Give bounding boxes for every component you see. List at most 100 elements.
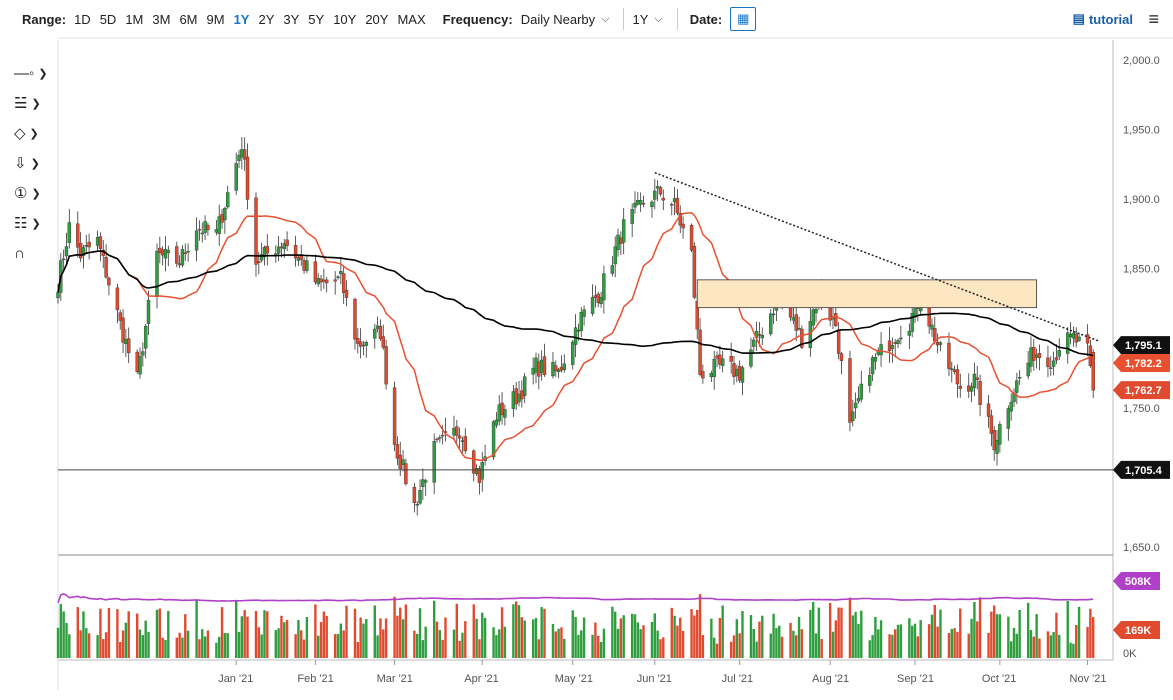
annotation-tool[interactable]: ① ❯ [14, 178, 54, 208]
candle-body [653, 190, 657, 200]
candle-body [118, 312, 122, 321]
candle-body [500, 402, 504, 415]
candle-body [590, 297, 595, 314]
volume-bar [560, 627, 563, 658]
volume-bar [848, 597, 852, 658]
volume-bar [557, 628, 560, 658]
volume-bar [359, 617, 362, 658]
volume-bar [633, 614, 637, 658]
volume-bar [758, 621, 761, 658]
volume-bar [959, 608, 962, 658]
volume-bar [444, 617, 447, 658]
candle-body [630, 208, 634, 224]
volume-bar [769, 633, 772, 658]
candle-body [740, 367, 745, 383]
volume-bar [910, 625, 914, 658]
candle-body [398, 454, 402, 469]
measure-tool[interactable]: ☷ ❯ [14, 208, 54, 238]
candle-body [853, 402, 858, 409]
volume-bar [679, 617, 682, 658]
candle-body [186, 250, 190, 253]
volume-bar [401, 619, 405, 658]
candle-body [576, 330, 581, 332]
volume-bar [396, 615, 399, 658]
volume-bar [246, 616, 249, 658]
candle-body [650, 201, 654, 208]
volume-bar [512, 604, 515, 658]
candle-body [313, 261, 318, 283]
volume-bar [976, 621, 979, 658]
volume-bar [483, 617, 487, 658]
volume-bar [1055, 612, 1058, 658]
candle-body [621, 219, 626, 243]
x-tick-label: Jan '21 [218, 673, 253, 685]
candle-body [463, 436, 467, 452]
volume-bar [789, 622, 792, 658]
candle-body [491, 421, 496, 458]
crosshair-tool[interactable]: —◦ ❯ [14, 58, 54, 88]
magnet-tool[interactable]: ∩ [14, 238, 54, 268]
volume-bar [116, 609, 119, 658]
volume-bar [995, 614, 999, 658]
candle-body [769, 313, 773, 335]
price-badge-label: 1,705.4 [1125, 465, 1163, 477]
candle-body [480, 462, 484, 480]
x-tick-label: Mar '21 [377, 673, 413, 685]
shape-tool[interactable]: ◇ ❯ [14, 118, 54, 148]
volume-bar [280, 615, 283, 658]
volume-bar [551, 624, 555, 658]
volume-badge-label: 508K [1125, 576, 1151, 588]
candle-body [336, 276, 340, 279]
volume-bar [1086, 626, 1089, 658]
volume-bar [435, 621, 439, 658]
volume-bar [1075, 625, 1078, 658]
candle-body [554, 365, 558, 372]
arrow-tool[interactable]: ⇩ ❯ [14, 148, 54, 178]
volume-bar [181, 637, 184, 658]
arrow-down-icon: ⇩ [14, 155, 27, 172]
volume-bar [721, 605, 724, 658]
candle-body [333, 279, 337, 282]
volume-bar [874, 616, 877, 658]
volume-bar [218, 636, 221, 658]
volume-bar [888, 634, 891, 658]
candle-body [1066, 332, 1070, 354]
candle-body [474, 467, 479, 474]
magnet-icon: ∩ [14, 244, 25, 262]
volume-bar [393, 596, 396, 658]
candle-body [421, 479, 425, 487]
line-tool[interactable]: ☱ ❯ [14, 88, 54, 118]
volume-bar [1032, 636, 1036, 658]
candle-body [749, 349, 753, 367]
volume-bar [811, 601, 815, 658]
volume-bar [220, 607, 224, 658]
volume-bar [104, 632, 108, 658]
volume-bar [738, 633, 741, 658]
x-tick-label: Feb '21 [297, 673, 333, 685]
chevron-right-icon: ❯ [31, 187, 41, 200]
candle-body [438, 437, 442, 439]
volume-bar [594, 622, 597, 658]
volume-bar [441, 639, 444, 658]
candle-body [879, 344, 883, 356]
candle-body [61, 258, 66, 261]
volume-bar [809, 609, 812, 658]
volume-bar [138, 629, 142, 658]
candle-body [978, 381, 982, 405]
volume-bar [761, 615, 764, 658]
volume-bar [537, 639, 541, 658]
volume-bar [1092, 617, 1095, 658]
candle-body [655, 186, 660, 189]
candle-body [415, 504, 419, 506]
volume-bar [891, 634, 894, 658]
volume-bar [353, 608, 357, 658]
volume-bar [1089, 608, 1092, 658]
candle-body [401, 459, 405, 465]
volume-bar [201, 629, 204, 658]
volume-bar [195, 600, 198, 658]
volume-bar [503, 626, 507, 658]
price-chart[interactable]: 2,000.0 1,950.0 1,900.0 1,850.0 1,750.0 1,650… [0, 0, 1173, 700]
volume-bar [257, 627, 261, 658]
volume-bar [577, 634, 580, 658]
candle-body [395, 444, 400, 459]
